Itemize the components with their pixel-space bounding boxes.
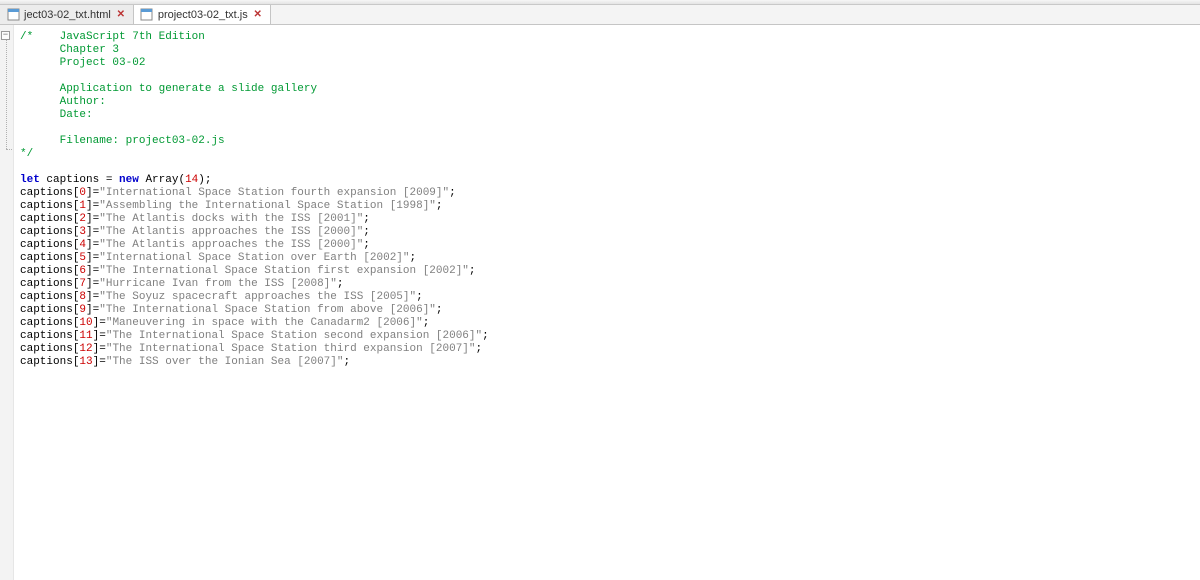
number: 13	[79, 356, 92, 368]
bracket: ]	[86, 239, 93, 251]
fold-guide	[6, 40, 7, 149]
bracket: ]	[86, 278, 93, 290]
comment-line: Author:	[60, 96, 106, 108]
operator: =	[99, 343, 106, 355]
semicolon: ;	[343, 356, 350, 368]
fold-end	[6, 149, 12, 150]
identifier: captions	[20, 356, 73, 368]
comment-line: Chapter 3	[60, 44, 119, 56]
semicolon: ;	[410, 252, 417, 264]
file-html-icon	[6, 8, 20, 22]
identifier: captions	[20, 278, 73, 290]
keyword-new: new	[119, 174, 139, 186]
comment-line: Date:	[60, 109, 93, 121]
file-js-icon	[140, 8, 154, 22]
string-literal: "The International Space Station third e…	[106, 343, 476, 355]
comment-open: /*	[20, 31, 33, 43]
string-literal: "The Soyuz spacecraft approaches the ISS…	[99, 291, 416, 303]
operator: =	[99, 317, 106, 329]
operator: =	[99, 356, 106, 368]
semicolon: ;	[436, 304, 443, 316]
tab-html[interactable]: ject03-02_txt.html ✕	[0, 5, 134, 24]
semicolon: ;	[363, 239, 370, 251]
bracket: ]	[86, 200, 93, 212]
comment-close: */	[20, 148, 33, 160]
string-literal: "International Space Station over Earth …	[99, 252, 409, 264]
semicolon: ;	[416, 291, 423, 303]
string-literal: "Assembling the International Space Stat…	[99, 200, 436, 212]
tab-js[interactable]: project03-02_txt.js ✕	[134, 5, 271, 24]
bracket: ]	[86, 304, 93, 316]
identifier: captions	[20, 226, 73, 238]
identifier: captions	[46, 174, 99, 186]
semicolon: ;	[337, 278, 344, 290]
identifier: captions	[20, 265, 73, 277]
comment-line: Application to generate a slide gallery	[60, 83, 317, 95]
identifier: captions	[20, 200, 73, 212]
operator: =	[99, 330, 106, 342]
semicolon: ;	[205, 174, 212, 186]
identifier: captions	[20, 187, 73, 199]
bracket: ]	[86, 265, 93, 277]
bracket: ]	[86, 252, 93, 264]
gutter: −	[0, 25, 14, 580]
bracket: ]	[86, 213, 93, 225]
string-literal: "The International Space Station second …	[106, 330, 482, 342]
string-literal: "The International Space Station first e…	[99, 265, 469, 277]
identifier: captions	[20, 213, 73, 225]
bracket: ]	[86, 291, 93, 303]
string-literal: "International Space Station fourth expa…	[99, 187, 449, 199]
identifier: captions	[20, 291, 73, 303]
semicolon: ;	[363, 213, 370, 225]
string-literal: "The ISS over the Ionian Sea [2007]"	[106, 356, 344, 368]
semicolon: ;	[423, 317, 430, 329]
editor[interactable]: − /* JavaScript 7th Edition Chapter 3 Pr…	[0, 25, 1200, 580]
number: 10	[79, 317, 92, 329]
string-literal: "The International Space Station from ab…	[99, 304, 436, 316]
string-literal: "Maneuvering in space with the Canadarm2…	[106, 317, 423, 329]
semicolon: ;	[469, 265, 476, 277]
close-icon[interactable]: ✕	[252, 9, 264, 21]
tab-bar: ject03-02_txt.html ✕ project03-02_txt.js…	[0, 5, 1200, 25]
string-literal: "The Atlantis docks with the ISS [2001]"	[99, 213, 363, 225]
identifier: captions	[20, 304, 73, 316]
identifier: captions	[20, 317, 73, 329]
identifier: captions	[20, 239, 73, 251]
string-literal: "Hurricane Ivan from the ISS [2008]"	[99, 278, 337, 290]
semicolon: ;	[436, 200, 443, 212]
comment-line: JavaScript 7th Edition	[60, 31, 205, 43]
number: 12	[79, 343, 92, 355]
bracket: ]	[86, 226, 93, 238]
bracket: ]	[86, 187, 93, 199]
tab-label: ject03-02_txt.html	[24, 9, 111, 21]
semicolon: ;	[482, 330, 489, 342]
identifier: captions	[20, 343, 73, 355]
string-literal: "The Atlantis approaches the ISS [2000]"	[99, 239, 363, 251]
comment-line: Project 03-02	[60, 57, 146, 69]
number: 11	[79, 330, 92, 342]
semicolon: ;	[449, 187, 456, 199]
string-literal: "The Atlantis approaches the ISS [2000]"	[99, 226, 363, 238]
semicolon: ;	[363, 226, 370, 238]
identifier: Array	[139, 174, 179, 186]
identifier: captions	[20, 330, 73, 342]
code-area[interactable]: /* JavaScript 7th Edition Chapter 3 Proj…	[14, 25, 1200, 580]
tab-label: project03-02_txt.js	[158, 9, 248, 21]
identifier: captions	[20, 252, 73, 264]
number: 14	[185, 174, 198, 186]
comment-line: Filename: project03-02.js	[60, 135, 225, 147]
operator: =	[99, 174, 119, 186]
keyword-let: let	[20, 174, 40, 186]
paren: )	[198, 174, 205, 186]
fold-toggle-icon[interactable]: −	[1, 31, 10, 40]
semicolon: ;	[476, 343, 483, 355]
close-icon[interactable]: ✕	[115, 9, 127, 21]
